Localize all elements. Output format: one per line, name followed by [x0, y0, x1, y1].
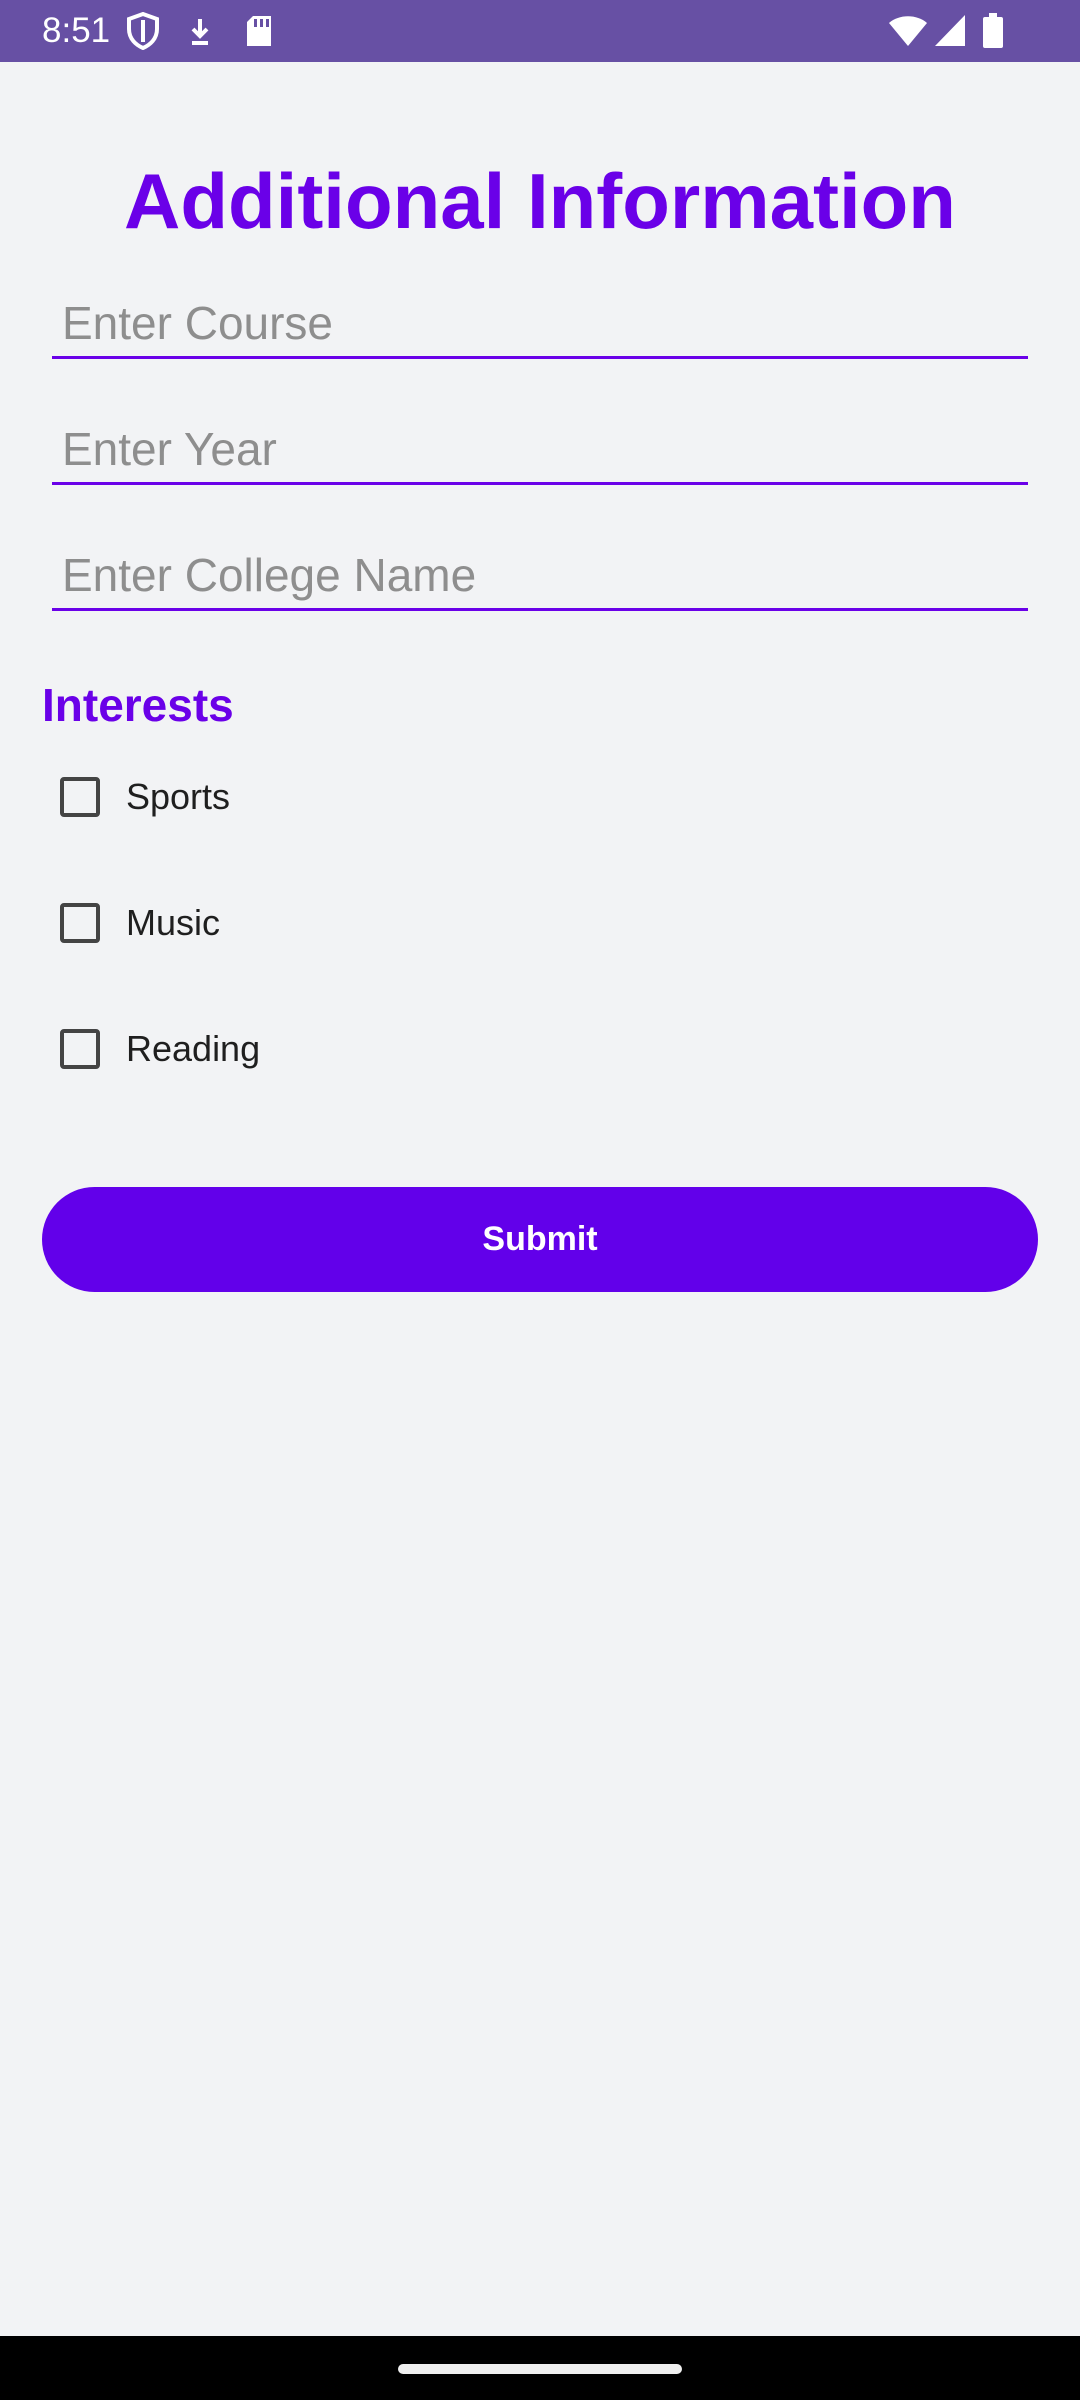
- college-name-input[interactable]: [62, 544, 1012, 606]
- course-field[interactable]: [52, 286, 1028, 359]
- status-bar: 8:51: [0, 0, 1080, 62]
- reading-checkbox-row[interactable]: Reading: [42, 1009, 562, 1093]
- download-icon: [186, 12, 214, 50]
- year-field[interactable]: [52, 412, 1028, 485]
- sd-card-icon: [244, 12, 274, 50]
- course-input[interactable]: [62, 292, 1012, 354]
- sports-checkbox-row[interactable]: Sports: [42, 757, 562, 841]
- home-gesture-handle[interactable]: [398, 2364, 682, 2374]
- music-checkbox-label: Music: [126, 902, 221, 943]
- college-name-field[interactable]: [52, 538, 1028, 611]
- music-checkbox-row[interactable]: Music: [42, 883, 562, 967]
- reading-checkbox[interactable]: [60, 1029, 100, 1069]
- signal-icon: [934, 12, 966, 50]
- reading-checkbox-label: Reading: [126, 1028, 261, 1069]
- status-time: 8:51: [42, 11, 111, 50]
- shield-icon: [126, 12, 160, 50]
- music-checkbox[interactable]: [60, 903, 100, 943]
- sports-checkbox-label: Sports: [126, 776, 231, 817]
- battery-icon: [982, 12, 1004, 50]
- year-input[interactable]: [62, 418, 1012, 480]
- wifi-icon: [888, 12, 928, 50]
- sports-checkbox[interactable]: [60, 777, 100, 817]
- interests-heading: Interests: [42, 679, 234, 731]
- navigation-bar: [0, 2336, 1080, 2400]
- submit-button[interactable]: Submit: [42, 1187, 1038, 1292]
- page-title: Additional Information: [124, 157, 956, 245]
